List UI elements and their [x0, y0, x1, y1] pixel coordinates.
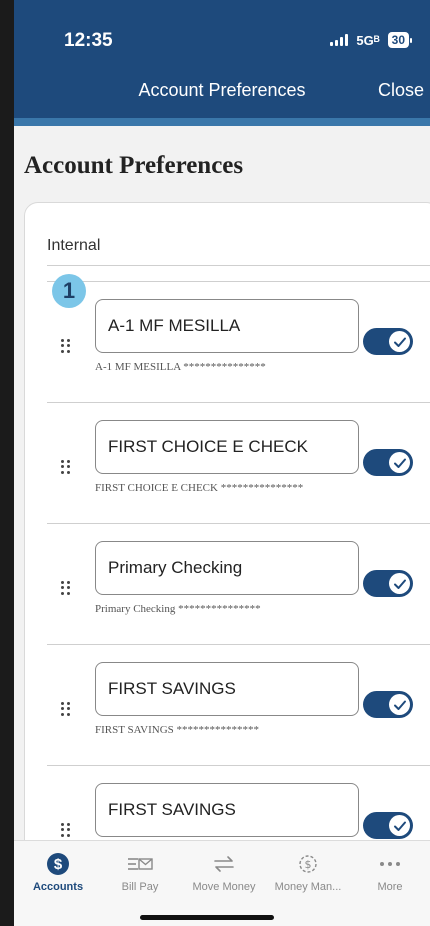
- account-subtitle: A-1 MF MESILLA ***************: [95, 361, 266, 373]
- app-screen: 12:35 5Gᴮ 30 Account Preferences Close A…: [14, 0, 430, 926]
- account-name: FIRST SAVINGS: [108, 800, 236, 819]
- tab-bar: $ Accounts Bill Pay Move Money $ Money M…: [14, 840, 430, 926]
- tab-label: More: [377, 881, 403, 893]
- list-item: A-1 MF MESILLA A-1 MF MESILLA **********…: [25, 281, 430, 402]
- bill-pay-icon: [98, 851, 182, 877]
- list-item: FIRST SAVINGS FIRST SAVINGS ************…: [25, 644, 430, 765]
- close-button[interactable]: Close: [378, 80, 424, 101]
- signal-icon: [330, 34, 349, 46]
- svg-text:$: $: [305, 858, 312, 871]
- drag-handle-icon[interactable]: [61, 339, 71, 353]
- drag-handle-icon[interactable]: [61, 460, 71, 474]
- page-title: Account Preferences: [24, 152, 244, 179]
- account-subtitle: FIRST SAVINGS ***************: [95, 724, 260, 736]
- nav-title: Account Preferences: [138, 80, 306, 100]
- check-icon: [389, 573, 410, 594]
- account-name-field[interactable]: Primary Checking: [95, 541, 359, 595]
- section-label-internal: Internal: [47, 237, 101, 254]
- money-manager-icon: $: [266, 851, 350, 877]
- account-name-field[interactable]: FIRST SAVINGS: [95, 662, 359, 716]
- step-badge: 1: [52, 274, 86, 308]
- account-visibility-toggle[interactable]: [363, 691, 413, 718]
- battery-level: 30: [387, 32, 409, 48]
- account-visibility-toggle[interactable]: [363, 570, 413, 597]
- account-visibility-toggle[interactable]: [363, 328, 413, 355]
- account-visibility-toggle[interactable]: [363, 449, 413, 476]
- network-label: 5Gᴮ: [356, 32, 380, 48]
- tab-label: Money Man...: [274, 881, 342, 893]
- account-name: A-1 MF MESILLA: [108, 316, 241, 335]
- account-visibility-toggle[interactable]: [363, 812, 413, 839]
- drag-handle-icon[interactable]: [61, 581, 71, 595]
- divider: [47, 265, 430, 266]
- account-name-field[interactable]: FIRST SAVINGS: [95, 783, 359, 837]
- top-bar: 12:35 5Gᴮ 30 Account Preferences Close: [14, 0, 430, 126]
- accounts-card: Internal A-1 MF MESILLA A-1 MF MESILLA *…: [24, 202, 430, 902]
- header-accent-bar: [14, 118, 430, 126]
- account-name: FIRST CHOICE E CHECK: [108, 437, 308, 456]
- tab-move-money[interactable]: Move Money: [182, 851, 266, 893]
- dollar-circle-icon: $: [16, 851, 100, 877]
- check-icon: [389, 331, 410, 352]
- check-icon: [389, 452, 410, 473]
- more-dots-icon: [348, 851, 430, 877]
- account-subtitle: Primary Checking ***************: [95, 603, 261, 615]
- home-indicator: [140, 915, 274, 920]
- tab-label: Bill Pay: [121, 881, 159, 893]
- tab-more[interactable]: More: [348, 851, 430, 893]
- tab-label: Accounts: [32, 881, 84, 893]
- status-time: 12:35: [64, 30, 113, 51]
- status-indicators: 5Gᴮ 30: [330, 32, 412, 48]
- drag-handle-icon[interactable]: [61, 702, 71, 716]
- check-icon: [389, 694, 410, 715]
- account-name-field[interactable]: A-1 MF MESILLA: [95, 299, 359, 353]
- account-name-field[interactable]: FIRST CHOICE E CHECK: [95, 420, 359, 474]
- list-item: FIRST CHOICE E CHECK FIRST CHOICE E CHEC…: [25, 402, 430, 523]
- battery-icon: 30: [387, 32, 412, 48]
- tab-accounts[interactable]: $ Accounts: [16, 851, 100, 893]
- account-subtitle: FIRST CHOICE E CHECK ***************: [95, 482, 304, 494]
- list-item: Primary Checking Primary Checking ******…: [25, 523, 430, 644]
- transfer-arrows-icon: [182, 851, 266, 877]
- tab-label: Move Money: [192, 881, 256, 893]
- account-name: Primary Checking: [108, 558, 243, 577]
- check-icon: [389, 815, 410, 836]
- main-content: Account Preferences Internal A-1 MF MESI…: [14, 126, 430, 902]
- tab-money-manager[interactable]: $ Money Man...: [266, 851, 350, 893]
- account-name: FIRST SAVINGS: [108, 679, 236, 698]
- tab-bill-pay[interactable]: Bill Pay: [98, 851, 182, 893]
- drag-handle-icon[interactable]: [61, 823, 71, 837]
